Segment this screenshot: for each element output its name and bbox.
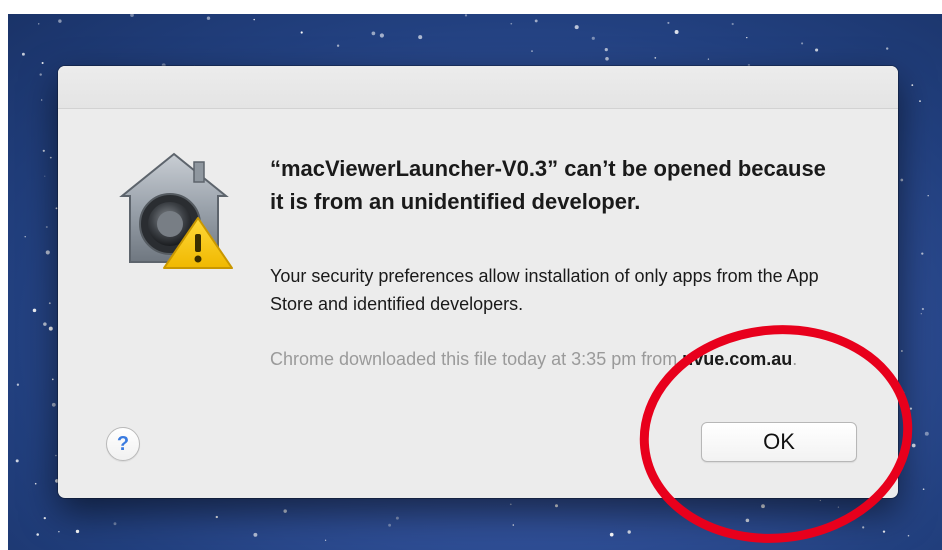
star — [41, 99, 43, 101]
star — [215, 515, 218, 519]
star — [731, 22, 734, 26]
star — [534, 19, 538, 23]
star — [49, 156, 52, 159]
star — [55, 454, 57, 457]
star — [512, 524, 515, 526]
star — [16, 383, 20, 386]
star — [907, 534, 910, 537]
star — [531, 50, 533, 52]
star — [922, 488, 925, 491]
ok-button[interactable]: OK — [701, 422, 857, 462]
star — [324, 539, 327, 541]
star — [418, 35, 423, 40]
star — [761, 504, 765, 509]
star — [927, 194, 929, 197]
star — [909, 407, 913, 410]
star — [42, 149, 45, 152]
star — [58, 531, 60, 533]
source-prefix: Chrome downloaded this file today at 3:3… — [270, 349, 678, 369]
star — [464, 14, 468, 17]
star — [801, 42, 804, 45]
star — [920, 313, 922, 315]
star — [886, 47, 889, 50]
star — [627, 530, 631, 534]
star — [900, 178, 904, 182]
star — [15, 459, 19, 463]
star — [51, 378, 54, 381]
dialog-message: Your security preferences allow installa… — [270, 266, 819, 314]
star — [654, 57, 657, 59]
star — [591, 36, 595, 40]
star — [911, 443, 916, 448]
star — [24, 236, 26, 238]
dialog-titlebar — [58, 66, 898, 109]
star — [379, 33, 384, 38]
star — [919, 100, 921, 102]
star — [388, 523, 392, 527]
star — [902, 391, 905, 394]
source-suffix: . — [792, 349, 798, 369]
star — [253, 18, 255, 21]
star — [815, 48, 819, 52]
star — [921, 307, 925, 311]
star — [674, 30, 679, 34]
star — [911, 84, 914, 86]
star — [283, 509, 287, 513]
star — [707, 58, 710, 60]
star — [39, 73, 42, 76]
star — [32, 308, 37, 313]
star — [41, 61, 44, 65]
star — [48, 302, 51, 305]
star — [745, 518, 750, 523]
star — [862, 526, 865, 529]
star — [395, 516, 399, 520]
star — [44, 175, 46, 177]
download-source-text: Chrome downloaded this file today at 3:3… — [270, 345, 830, 373]
star — [837, 506, 840, 508]
star — [882, 530, 886, 533]
star — [48, 326, 53, 331]
star — [113, 522, 117, 526]
star — [746, 36, 748, 39]
gatekeeper-warning-icon — [119, 152, 233, 269]
star — [921, 252, 924, 255]
star — [300, 31, 303, 34]
dialog-title: “macViewerLauncher-V0.3” can’t be opened… — [270, 156, 826, 214]
star — [58, 19, 62, 23]
star — [130, 14, 134, 17]
star — [667, 21, 670, 24]
star — [206, 16, 211, 20]
star — [37, 23, 40, 25]
star — [510, 22, 513, 25]
help-button[interactable]: ? — [106, 427, 140, 461]
star — [336, 44, 340, 47]
star — [609, 532, 614, 537]
star — [574, 25, 579, 30]
star — [45, 225, 48, 229]
star — [924, 431, 929, 436]
star — [509, 503, 512, 506]
star — [253, 532, 258, 537]
star — [43, 516, 46, 520]
source-domain: uvue.com.au — [682, 349, 793, 369]
star — [75, 529, 80, 534]
star — [605, 57, 609, 61]
star — [555, 504, 558, 508]
star — [36, 533, 39, 536]
star — [754, 537, 758, 540]
star — [901, 350, 903, 352]
security-alert-dialog: “macViewerLauncher-V0.3” can’t be opened… — [58, 66, 898, 498]
star — [43, 322, 47, 326]
star — [45, 250, 50, 255]
star — [819, 499, 821, 502]
star — [604, 48, 608, 52]
star — [34, 482, 37, 485]
star — [371, 31, 376, 36]
star — [51, 402, 56, 407]
star — [21, 52, 25, 56]
